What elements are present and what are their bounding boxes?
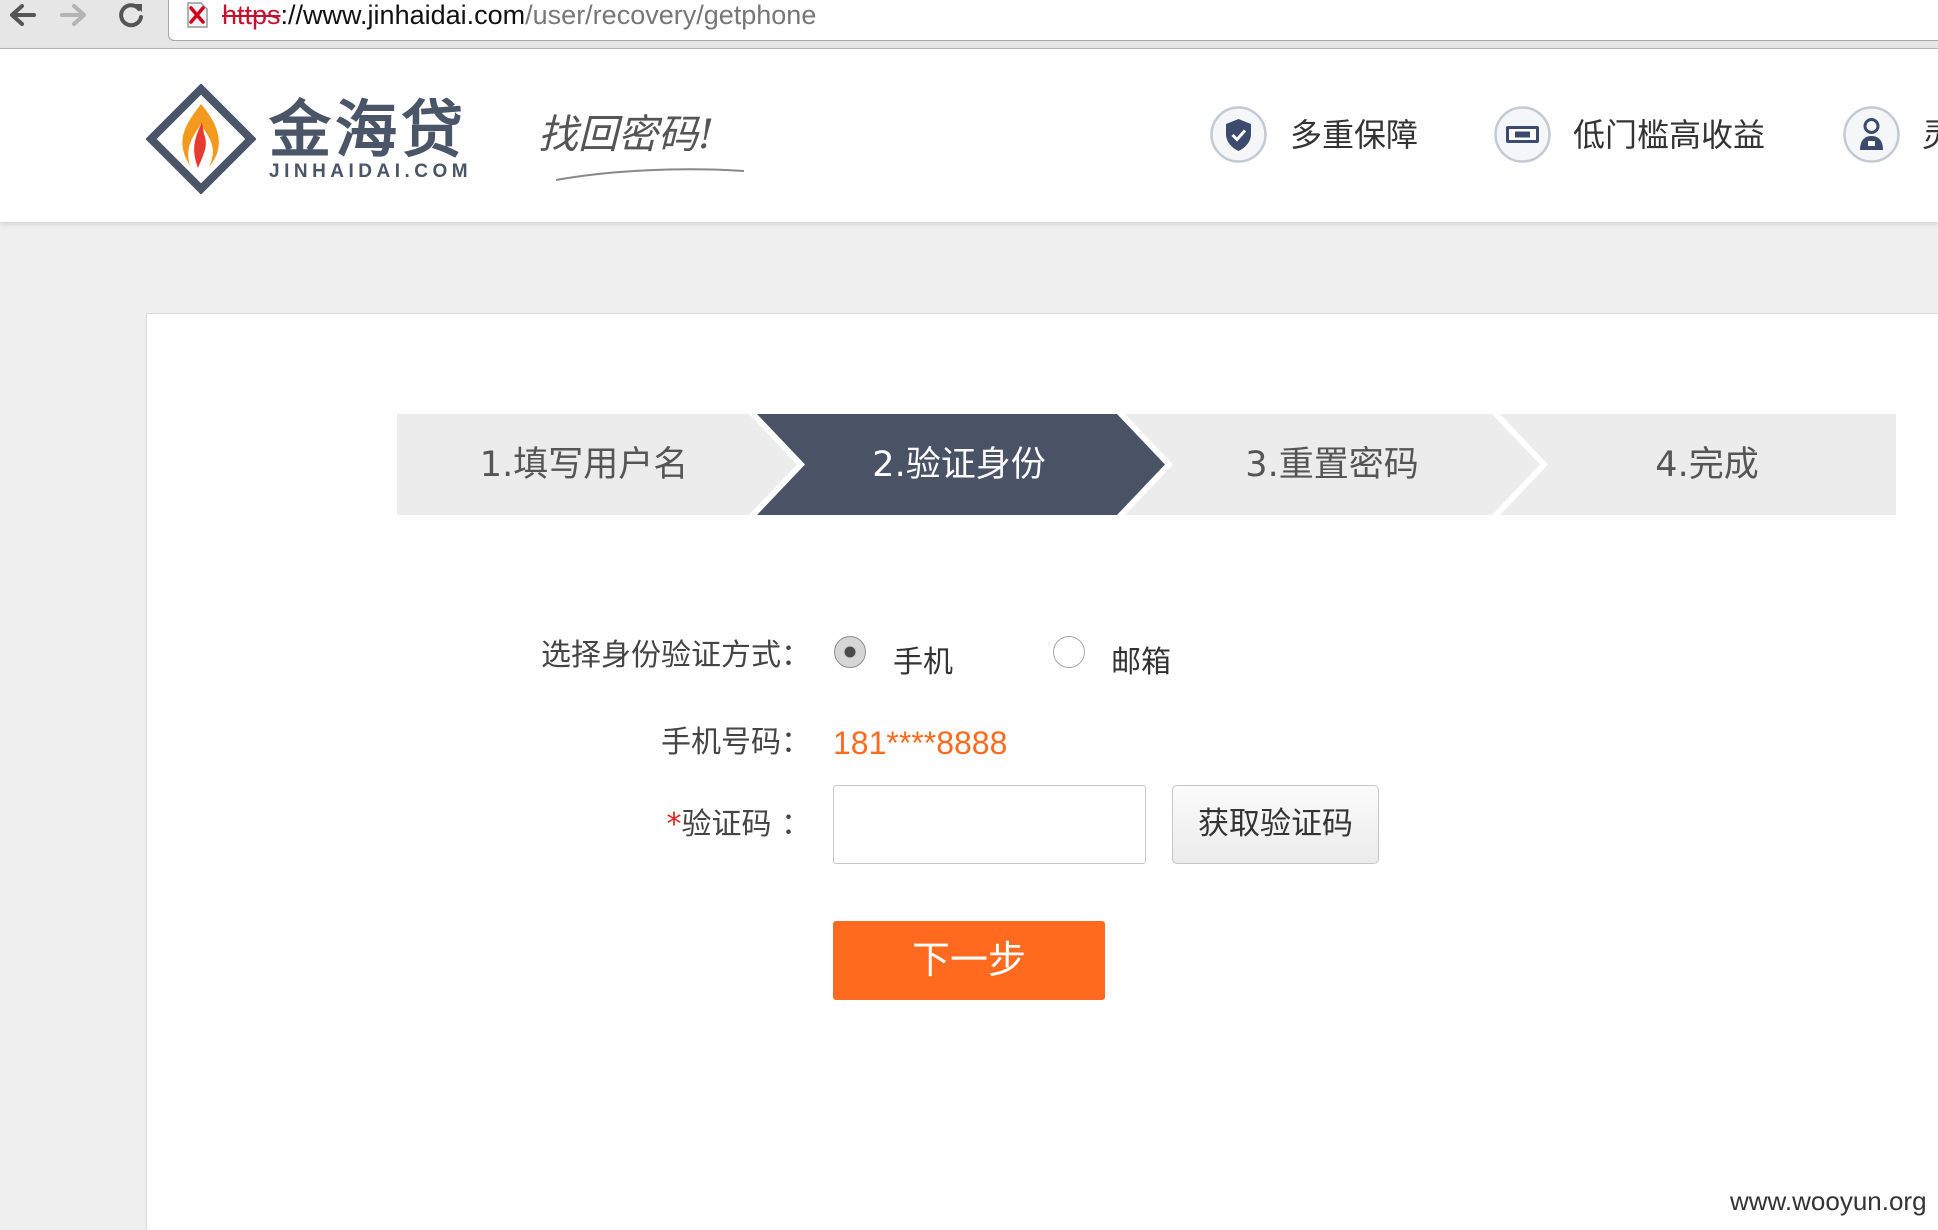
get-code-button[interactable]: 获取验证码 — [1172, 785, 1379, 864]
feature-label-returns: 低门槛高收益 — [1573, 116, 1766, 154]
radio-email[interactable] — [1053, 636, 1085, 668]
url-scheme: https — [222, 0, 281, 30]
url-path: /user/recovery/getphone — [525, 0, 817, 30]
browser-toolbar: https://www.jinhaidai.com/user/recovery/… — [0, 0, 1938, 49]
progress-steps: 1.填写用户名 2.验证身份 3.重置密码 4.完成 — [397, 414, 1896, 515]
brand-domain: JINHAIDAI.COM — [269, 161, 473, 182]
verify-method-label: 选择身份验证方式： — [541, 638, 811, 673]
site-header: 金海贷 JINHAIDAI.COM 找回密码! 多重保障 低门槛高收益 灵 — [0, 49, 1938, 222]
url-text[interactable]: https://www.jinhaidai.com/user/recovery/… — [222, 0, 816, 30]
logo-flame-icon[interactable] — [146, 84, 256, 194]
user-icon — [1843, 106, 1900, 163]
page-tagline: 找回密码! — [538, 112, 715, 158]
step-reset-password: 3.重置密码 — [1125, 414, 1540, 515]
brand-name[interactable]: 金海贷 — [269, 97, 467, 163]
radio-phone-label[interactable]: 手机 — [893, 641, 953, 685]
code-label: *验证码 ： — [401, 803, 811, 847]
back-arrow-icon[interactable] — [6, 0, 38, 30]
step-verify-identity: 2.验证身份 — [757, 414, 1165, 515]
banknote-icon — [1494, 106, 1551, 163]
radio-email-label[interactable]: 邮箱 — [1111, 641, 1171, 685]
page-error-icon[interactable] — [183, 0, 211, 30]
step-complete: 4.完成 — [1500, 414, 1896, 515]
shield-check-icon — [1210, 106, 1267, 163]
url-host: ://www.jinhaidai.com — [280, 0, 526, 30]
next-step-button[interactable]: 下一步 — [833, 921, 1105, 1000]
watermark: www.wooyun.org — [1730, 1186, 1927, 1216]
feature-label-security: 多重保障 — [1290, 116, 1419, 154]
tagline-underline — [555, 168, 745, 181]
radio-phone[interactable] — [834, 636, 866, 668]
step-label: 2.验证身份 — [872, 445, 1045, 485]
phone-number: 181****8888 — [833, 725, 1008, 761]
step-label: 4.完成 — [1655, 445, 1758, 485]
step-label: 3.重置密码 — [1245, 445, 1418, 485]
feature-label-flexible: 灵 — [1922, 115, 1938, 155]
reload-icon[interactable] — [115, 0, 147, 30]
step-username: 1.填写用户名 — [397, 414, 797, 515]
recovery-card: 1.填写用户名 2.验证身份 3.重置密码 4.完成 选择身份验证方式： 手机 … — [146, 313, 1938, 1230]
step-label: 1.填写用户名 — [480, 445, 688, 485]
required-mark: * — [666, 807, 682, 842]
phone-label: 手机号码： — [661, 725, 811, 760]
forward-arrow-icon[interactable] — [58, 0, 90, 30]
code-label-text: 验证码 ： — [681, 807, 811, 842]
verification-code-input[interactable] — [833, 785, 1146, 864]
